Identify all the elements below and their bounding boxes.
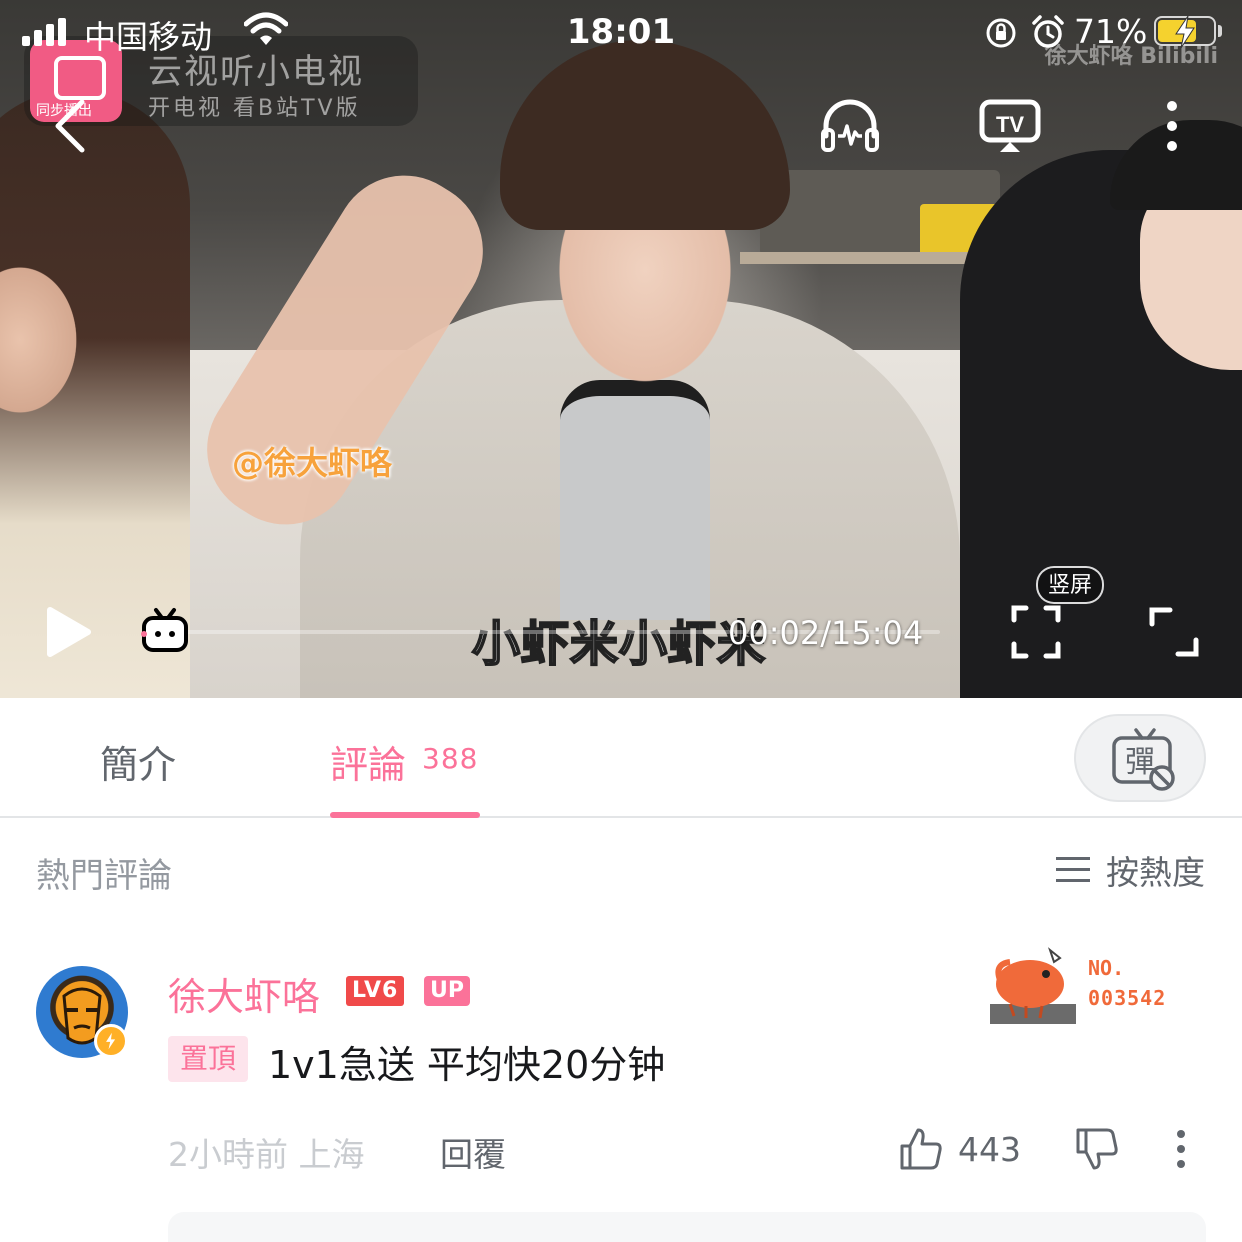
back-button[interactable] (46, 96, 96, 156)
more-vertical-icon[interactable] (1150, 96, 1194, 156)
tab-comments[interactable]: 評論 (330, 734, 406, 789)
danmaku-toggle-button[interactable]: 彈 (1074, 714, 1206, 802)
hot-comments-label: 熱門評論 (36, 856, 172, 896)
play-button[interactable] (44, 604, 94, 660)
svg-text:TV: TV (996, 112, 1024, 137)
level-badge: LV6 (346, 976, 405, 1006)
fan-card-shrimp-icon (990, 947, 1076, 1024)
video-subtitle: 小虾米小虾米 (471, 615, 767, 673)
tab-intro[interactable]: 簡介 (100, 734, 176, 789)
thumbs-down-icon[interactable] (1074, 1126, 1120, 1172)
sort-label: 按熱度 (1106, 853, 1205, 892)
vertical-screen-label: 竖屏 (1036, 566, 1105, 604)
sort-lines-icon (1056, 857, 1090, 883)
time-readout: 00:02/15:04 (728, 614, 924, 652)
like-count: 443 (958, 1130, 1021, 1169)
sub-replies-box[interactable] (168, 1212, 1206, 1242)
content-tabs: 簡介 評論 388 彈 (0, 698, 1242, 818)
tv-ad-subtitle: 开电视 看B站TV版 (148, 96, 361, 121)
comment-more-icon[interactable] (1168, 1126, 1194, 1172)
tab-comments-count: 388 (422, 742, 479, 775)
thumbs-up-icon[interactable] (898, 1126, 944, 1172)
comment-username[interactable]: 徐大虾咯 (168, 966, 320, 1021)
tab-active-indicator (330, 812, 480, 818)
comment-time-location: 2小時前 上海 (168, 1135, 365, 1174)
tv-mascot-icon[interactable] (138, 606, 192, 654)
reply-button[interactable]: 回覆 (440, 1128, 506, 1176)
person-center-shirt (560, 380, 710, 620)
floating-danmaku: @徐大虾咯 (232, 444, 393, 482)
vertical-screen-icon[interactable] (1010, 604, 1062, 660)
comment-text[interactable]: 1v1急送 平均快20分钟 (268, 1034, 665, 1089)
pinned-badge: 置頂 (168, 1036, 249, 1082)
danmaku-off-icon: 彈 (1112, 728, 1175, 791)
headphones-icon[interactable] (818, 96, 882, 156)
status-bar: 中国移动 18:01 71% (0, 0, 1242, 64)
up-badge: UP (424, 976, 470, 1006)
person-center-hair (500, 40, 790, 230)
video-player[interactable]: 同步播出 云视听小电视 开电视 看B站TV版 徐大虾咯 Bilibili 中国移… (0, 0, 1242, 698)
battery-nub (1218, 25, 1222, 37)
verified-lightning-icon (94, 1024, 128, 1058)
sort-button[interactable]: 按熱度 (1056, 850, 1205, 892)
orientation-lock-icon (986, 18, 1016, 48)
fullscreen-icon[interactable] (1148, 606, 1200, 658)
cast-tv-icon[interactable]: TV (978, 96, 1042, 156)
charging-bolt-icon (1175, 15, 1195, 49)
fan-number-label: NO. (1088, 956, 1125, 980)
alarm-icon (1032, 15, 1064, 48)
battery-percent: 71% (1074, 12, 1148, 51)
fan-number-value: 003542 (1088, 986, 1167, 1010)
